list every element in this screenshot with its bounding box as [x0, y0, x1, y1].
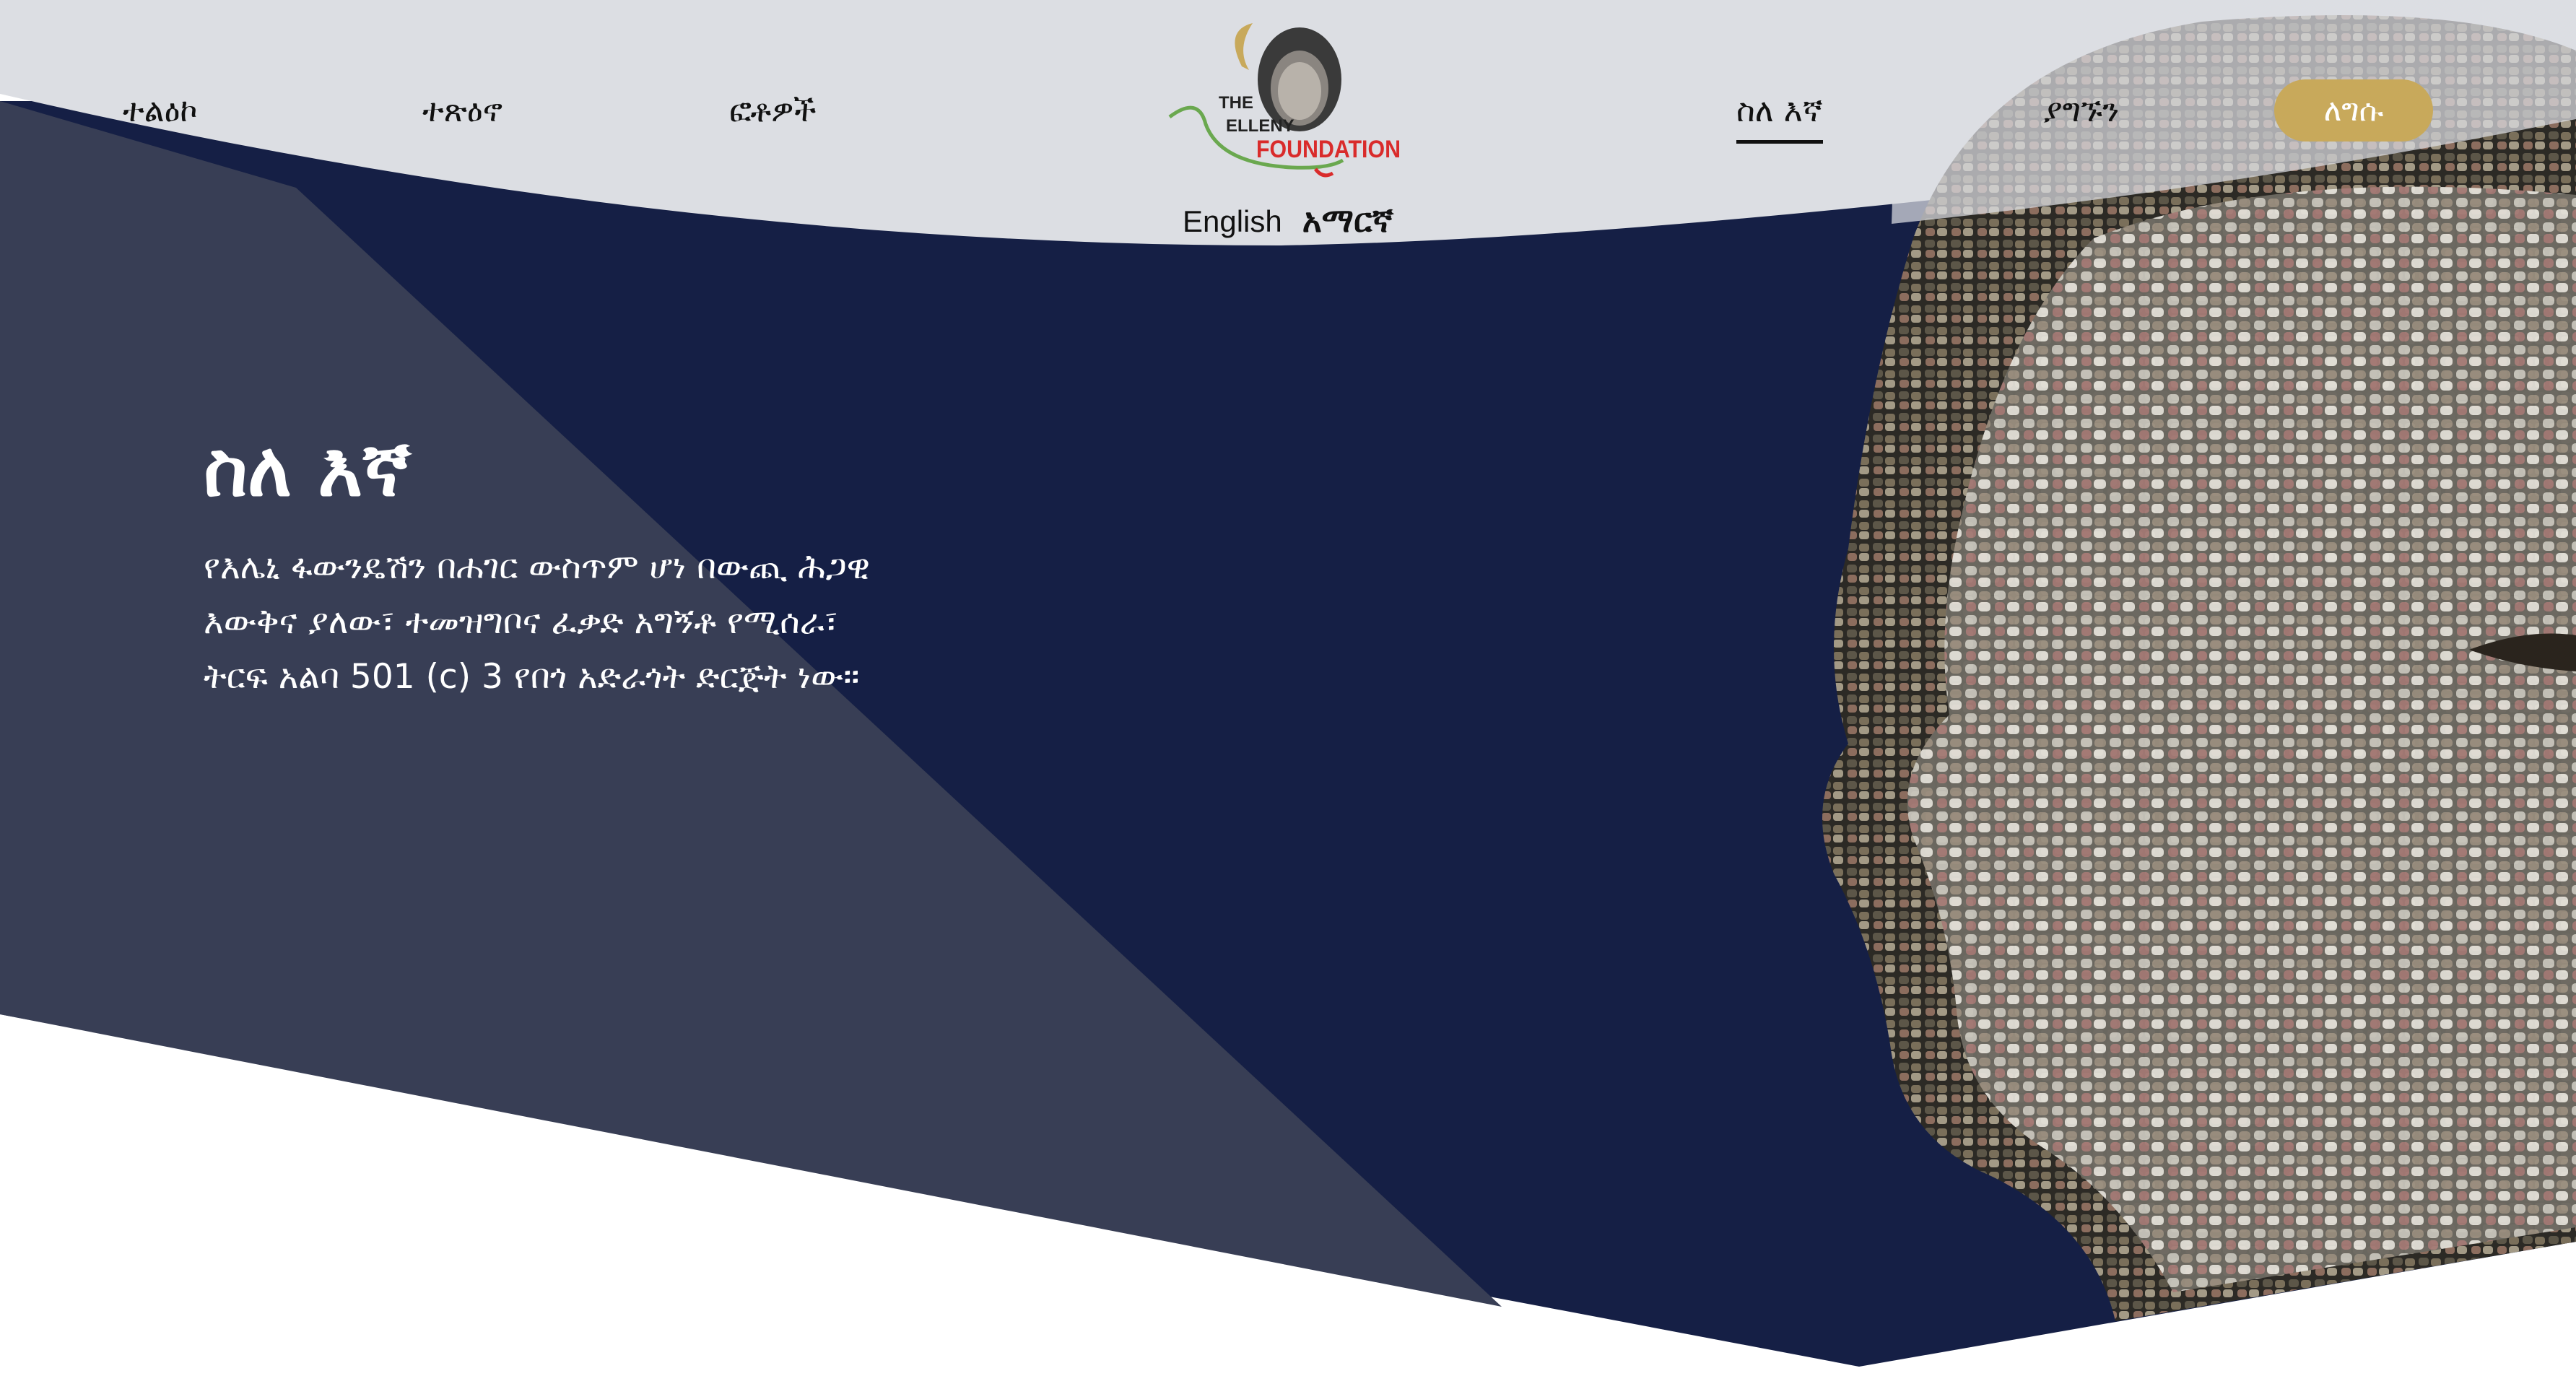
- nav-item-about-us[interactable]: ስለ እኛ: [1736, 90, 1823, 144]
- logo-text-the: THE: [1219, 93, 1253, 113]
- page: ተልዕኮ ተጽዕኖ ፎቶዎች THE ELLENY FOUNDATION Eng…: [0, 0, 2576, 1389]
- page-title: ስለ እኛ: [204, 425, 411, 513]
- nav-item-photos[interactable]: ፎቶዎች: [729, 90, 816, 133]
- nav-item-mission[interactable]: ተልዕኮ: [123, 90, 198, 133]
- hero-description: የእሌኒ ፋውንዴሽን በሐገር ውስጥም ሆነ በውጪ ሕጋዊ እውቅና ያለ…: [204, 547, 870, 697]
- elleny-foundation-logo[interactable]: THE ELLENY FOUNDATION: [1155, 16, 1408, 189]
- nav-item-impact[interactable]: ተጽዕኖ: [422, 90, 502, 133]
- nav-item-contact-us[interactable]: ያግኙን: [2043, 90, 2119, 133]
- language-english-link[interactable]: English: [1183, 204, 1282, 239]
- logo-red-accent: [1313, 167, 1334, 178]
- logo-text-foundation: FOUNDATION: [1256, 136, 1401, 163]
- language-amharic-link[interactable]: አማርኛ: [1302, 201, 1393, 241]
- logo-text-elleny: ELLENY: [1226, 116, 1294, 136]
- language-switcher: English አማርኛ: [1183, 201, 1393, 241]
- donate-button[interactable]: ለግሱ: [2274, 79, 2433, 141]
- logo-gold-leaf: [1235, 23, 1253, 70]
